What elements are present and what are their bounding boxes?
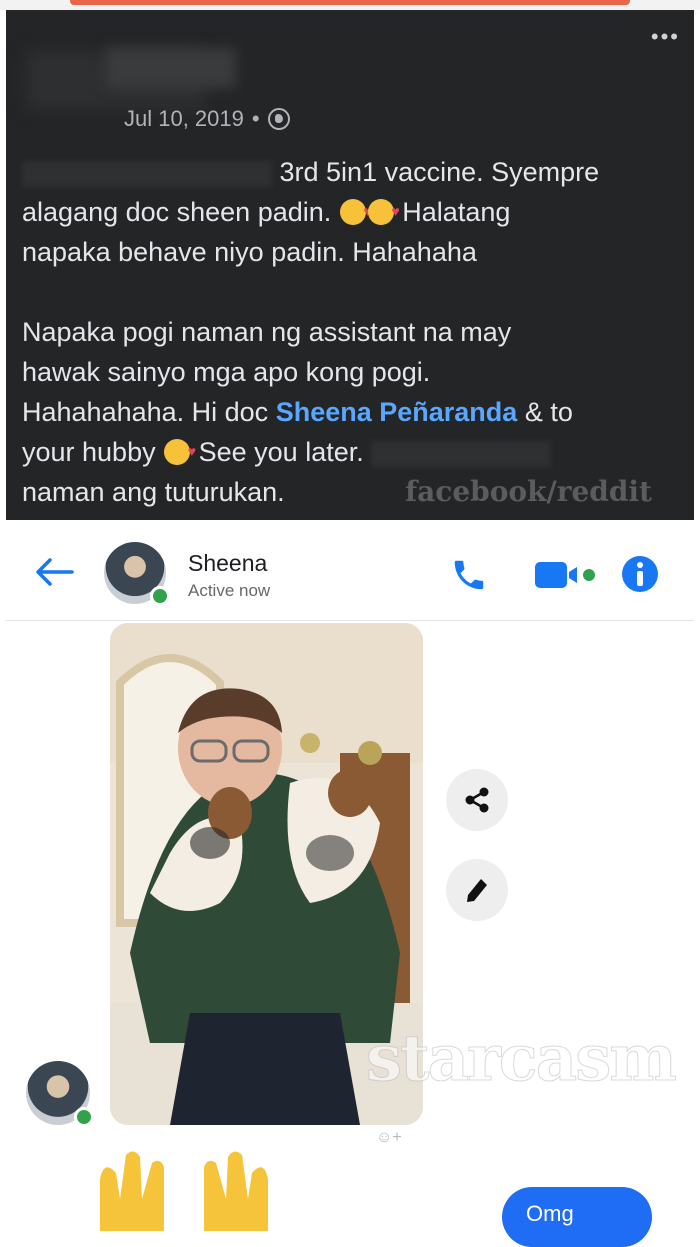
video-call-icon[interactable] <box>533 560 599 590</box>
smiling-hearts-emoji-icon <box>367 191 400 231</box>
meta-separator: • <box>251 106 260 131</box>
post-meta: Jul 10, 2019 • <box>124 106 290 132</box>
contact-name[interactable]: Sheena <box>188 550 267 577</box>
add-reaction-icon[interactable]: ☺+ <box>376 1129 402 1147</box>
top-strip <box>0 0 700 10</box>
redacted-text <box>22 160 272 187</box>
top-accent-bar <box>70 0 630 5</box>
chat-area: starcasm ☺+ Omg <box>6 621 694 1247</box>
post-line-2a: alagang doc sheen padin. <box>22 197 332 227</box>
post-line-6b: & to <box>524 397 573 427</box>
post-date[interactable]: Jul 10, 2019 <box>124 106 244 132</box>
post-line-6a: Hahahahaha. Hi doc <box>22 397 269 427</box>
messenger-header: Sheena Active now <box>6 528 694 621</box>
share-button[interactable] <box>446 769 508 831</box>
more-options-icon[interactable]: ••• <box>651 26 680 48</box>
online-indicator <box>150 586 170 606</box>
watermark: facebook/reddit <box>405 475 652 508</box>
post-line-4: Napaka pogi naman ng assistant na may <box>22 317 512 347</box>
share-icon <box>465 787 489 813</box>
post-line-2b: Halatang <box>402 197 511 227</box>
watermark: starcasm <box>366 1021 678 1097</box>
post-line-7a: your hubby <box>22 437 156 467</box>
info-icon[interactable] <box>620 554 660 594</box>
sent-message-bubble[interactable]: Omg <box>502 1187 652 1247</box>
mention-link[interactable]: Sheena Peñaranda <box>276 397 518 427</box>
back-arrow-icon[interactable] <box>34 556 74 588</box>
post-text: 3rd 5in1 vaccine. Syempre alagang doc sh… <box>22 152 682 512</box>
phone-call-icon[interactable] <box>450 556 488 594</box>
redacted-author-name <box>106 48 236 88</box>
redacted-text <box>371 440 552 467</box>
globe-icon <box>267 108 290 130</box>
active-status: Active now <box>188 581 271 600</box>
facebook-post: ••• Jul 10, 2019 • 3rd 5in1 vaccine. Sye… <box>6 10 694 520</box>
smiling-hearts-emoji-icon <box>339 191 372 231</box>
online-indicator <box>74 1107 94 1127</box>
edit-button[interactable] <box>446 859 508 921</box>
pencil-icon <box>467 879 487 902</box>
post-line-3: napaka behave niyo padin. Hahahaha <box>22 237 477 267</box>
post-line-7b: See you later. <box>198 437 364 467</box>
raised-hands-emoji-icon <box>100 1151 268 1231</box>
smiling-hearts-emoji-icon <box>164 431 196 471</box>
post-line-1: 3rd 5in1 vaccine. Syempre <box>279 157 600 187</box>
post-line-5: hawak sainyo mga apo kong pogi. <box>22 357 431 387</box>
